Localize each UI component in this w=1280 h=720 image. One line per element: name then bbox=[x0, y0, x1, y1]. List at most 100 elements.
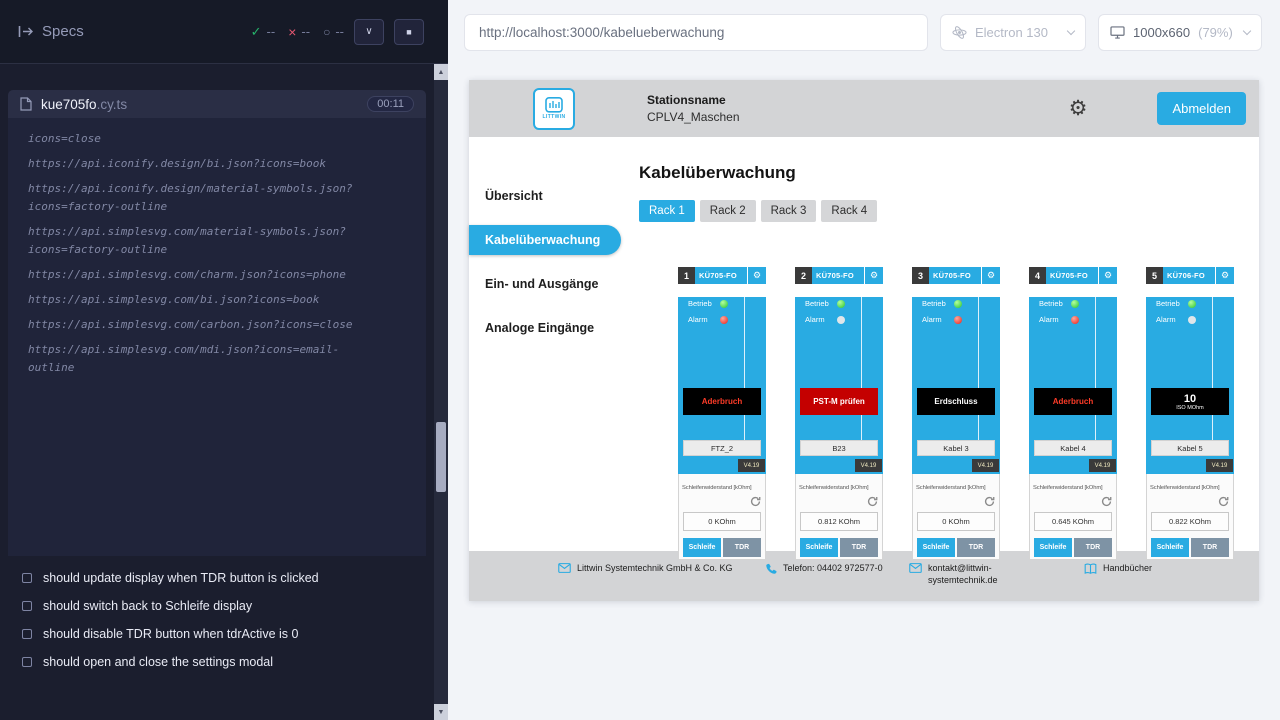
arrow-up-icon: ▲ bbox=[438, 69, 445, 76]
cable-name-input[interactable]: B23 bbox=[800, 440, 878, 456]
refresh-button[interactable] bbox=[1101, 496, 1112, 507]
betrieb-label: Betrieb bbox=[1039, 299, 1066, 308]
test-box-icon bbox=[22, 601, 32, 611]
device-settings-gear-icon[interactable]: ⚙ bbox=[1215, 267, 1234, 284]
measurement-label: Schleifenwiderstand [kOhm] bbox=[1030, 474, 1116, 491]
measure-buttons: Schleife TDR bbox=[1151, 538, 1229, 557]
panel-divider bbox=[978, 297, 979, 440]
tdr-button[interactable]: TDR bbox=[840, 538, 878, 557]
cable-name-input[interactable]: Kabel 5 bbox=[1151, 440, 1229, 456]
specs-toggle[interactable]: Specs bbox=[18, 23, 84, 40]
viewport-select[interactable]: 1000x660 (79%) bbox=[1098, 14, 1262, 51]
sidebar-nav-item[interactable]: Kabelüberwachung bbox=[469, 225, 621, 255]
url-input[interactable]: http://localhost:3000/kabelueberwachung bbox=[464, 14, 928, 51]
device-settings-gear-icon[interactable]: ⚙ bbox=[747, 267, 766, 284]
measurement-label: Schleifenwiderstand [kOhm] bbox=[796, 474, 882, 491]
tdr-button[interactable]: TDR bbox=[957, 538, 995, 557]
resistance-value[interactable]: 0.812 KOhm bbox=[800, 512, 878, 531]
footer-company[interactable]: Littwin Systemtechnik GmbH & Co. KG bbox=[558, 562, 757, 574]
settings-gear-icon[interactable]: ⚙ bbox=[1069, 98, 1088, 119]
test-item[interactable]: should open and close the settings modal bbox=[0, 648, 434, 676]
network-log-entry[interactable]: (fetch) GET 200 https://api.simplesvg.co… bbox=[28, 316, 426, 334]
measurement-label: Schleifenwiderstand [kOhm] bbox=[1147, 474, 1233, 491]
measurement-panel: Schleifenwiderstand [kOhm] 0 KOhm Schlei… bbox=[912, 474, 1000, 560]
rack-tab[interactable]: Rack 1 bbox=[639, 200, 695, 222]
resistance-value[interactable]: 0 KOhm bbox=[917, 512, 995, 531]
device-status-panel: Betrieb Alarm Aderbruch bbox=[1029, 297, 1117, 474]
stop-button[interactable]: ■ bbox=[394, 19, 424, 45]
spec-file-icon bbox=[20, 97, 32, 111]
footer-email[interactable]: kontakt@littwin-systemtechnik.de bbox=[909, 562, 1020, 586]
network-log-entry[interactable]: (fetch) GET 200 https://api.simplesvg.co… bbox=[28, 291, 426, 309]
device-settings-gear-icon[interactable]: ⚙ bbox=[981, 267, 1000, 284]
browser-select[interactable]: Electron 130 bbox=[940, 14, 1086, 51]
panel-divider bbox=[744, 297, 745, 440]
refresh-button[interactable] bbox=[984, 496, 995, 507]
footer-phone[interactable]: Telefon: 04402 972577-0 bbox=[765, 562, 887, 575]
sidebar-nav-item[interactable]: Übersicht bbox=[469, 181, 639, 211]
device-card-header: 3 KÜ705-FO ⚙ bbox=[912, 267, 1000, 284]
network-log-entry[interactable]: (fetch) GET 200 https://api.simplesvg.co… bbox=[28, 223, 426, 259]
refresh-button[interactable] bbox=[867, 496, 878, 507]
test-item[interactable]: should switch back to Schleife display bbox=[0, 592, 434, 620]
scroll-up-button[interactable]: ▲ bbox=[434, 64, 448, 80]
rack-tab-label: Rack 2 bbox=[710, 205, 746, 217]
device-settings-gear-icon[interactable]: ⚙ bbox=[864, 267, 883, 284]
network-log-entry[interactable]: (fetch) GET 200 https://api.simplesvg.co… bbox=[28, 266, 426, 284]
test-runner-panel: Specs ✓-- ×-- ○-- ∨ ■ kue705fo.cy.ts 00:… bbox=[0, 0, 448, 720]
footer-manuals-link[interactable]: Handbücher bbox=[1084, 562, 1152, 574]
logout-button[interactable]: Abmelden bbox=[1157, 92, 1246, 125]
alarm-label: Alarm bbox=[688, 315, 715, 324]
resistance-value[interactable]: 0.645 KOhm bbox=[1034, 512, 1112, 531]
book-icon bbox=[1084, 563, 1097, 574]
network-log-entry[interactable]: (fetch) GET 200 https://api.simplesvg.co… bbox=[28, 341, 426, 377]
pending-icon: ○ bbox=[323, 25, 330, 39]
tdr-button[interactable]: TDR bbox=[723, 538, 761, 557]
test-item[interactable]: should update display when TDR button is… bbox=[0, 564, 434, 592]
refresh-button[interactable] bbox=[1218, 496, 1229, 507]
device-number: 4 bbox=[1029, 267, 1046, 284]
rack-tab[interactable]: Rack 2 bbox=[700, 200, 756, 222]
schleife-button[interactable]: Schleife bbox=[1034, 538, 1072, 557]
measurement-label: Schleifenwiderstand [kOhm] bbox=[679, 474, 765, 491]
logo-text: LITTWIN bbox=[542, 114, 565, 120]
tdr-button[interactable]: TDR bbox=[1191, 538, 1229, 557]
rack-tab[interactable]: Rack 4 bbox=[821, 200, 877, 222]
cable-name-input[interactable]: FTZ_2 bbox=[683, 440, 761, 456]
network-log-entry[interactable]: (fetch) GET 200 https://api.iconify.desi… bbox=[28, 180, 426, 216]
device-card: 1 KÜ705-FO ⚙ Betrieb bbox=[678, 267, 766, 560]
log-url: https://api.iconify.design/bi.json?icons… bbox=[28, 155, 360, 173]
chevron-down-icon: ∨ bbox=[365, 26, 372, 37]
network-log-entry[interactable]: (fetch) GET 200 https://api.iconify.desi… bbox=[28, 155, 426, 173]
resistance-value[interactable]: 0 KOhm bbox=[683, 512, 761, 531]
passed-stat: ✓-- bbox=[251, 24, 276, 40]
test-item[interactable]: should disable TDR button when tdrActive… bbox=[0, 620, 434, 648]
cable-name-input[interactable]: Kabel 3 bbox=[917, 440, 995, 456]
schleife-button[interactable]: Schleife bbox=[683, 538, 721, 557]
resistance-value[interactable]: 0.822 KOhm bbox=[1151, 512, 1229, 531]
sidebar-nav-item[interactable]: Ein- und Ausgänge bbox=[469, 269, 639, 299]
collapse-button[interactable]: ∨ bbox=[354, 19, 384, 45]
refresh-button[interactable] bbox=[750, 496, 761, 507]
sidebar-nav-item[interactable]: Analoge Eingänge bbox=[469, 313, 639, 343]
network-log-entry[interactable]: icons=close bbox=[28, 130, 426, 148]
device-status-panel: Betrieb Alarm Erdschluss bbox=[912, 297, 1000, 474]
littwin-logo: LITTWIN bbox=[533, 88, 575, 130]
device-card: 2 KÜ705-FO ⚙ Betrieb bbox=[795, 267, 883, 560]
app-sidebar: Übersicht Kabelüberwachung Ein- und Ausgän… bbox=[469, 137, 639, 551]
station-value: CPLV4_Maschen bbox=[647, 109, 740, 126]
status-text: PST-M prüfen bbox=[813, 397, 865, 406]
scrollbar-thumb[interactable] bbox=[436, 422, 446, 492]
schleife-button[interactable]: Schleife bbox=[800, 538, 838, 557]
schleife-button[interactable]: Schleife bbox=[917, 538, 955, 557]
stop-icon: ■ bbox=[406, 27, 411, 37]
betrieb-row: Betrieb bbox=[688, 297, 766, 310]
tdr-button[interactable]: TDR bbox=[1074, 538, 1112, 557]
schleife-button[interactable]: Schleife bbox=[1151, 538, 1189, 557]
scroll-down-button[interactable]: ▼ bbox=[434, 704, 448, 720]
device-card: 3 KÜ705-FO ⚙ Betrieb bbox=[912, 267, 1000, 560]
device-settings-gear-icon[interactable]: ⚙ bbox=[1098, 267, 1117, 284]
spec-file-bar[interactable]: kue705fo.cy.ts 00:11 bbox=[8, 90, 426, 118]
cable-name-input[interactable]: Kabel 4 bbox=[1034, 440, 1112, 456]
rack-tab[interactable]: Rack 3 bbox=[761, 200, 817, 222]
